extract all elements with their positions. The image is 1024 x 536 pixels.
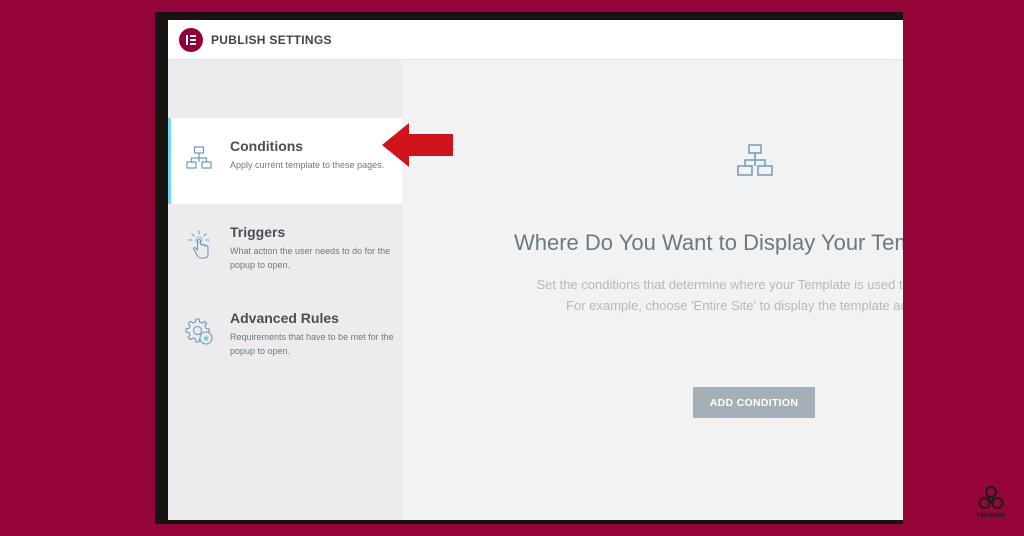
sidebar-item-advanced-rules[interactable]: Advanced Rules Requirements that have to… (168, 290, 402, 376)
brand-watermark: FenixWeb (968, 484, 1014, 524)
panel-description-line: For example, choose 'Entire Site' to dis… (566, 298, 903, 313)
panel-heading: Where Do You Want to Display Your Templa… (514, 230, 903, 255)
red-arrow-left-icon (382, 123, 453, 167)
sidebar-item-conditions[interactable]: Conditions Apply current template to the… (168, 118, 402, 204)
panel-description: Set the conditions that determine where … (497, 274, 903, 316)
sidebar-item-description: Apply current template to these pages. (230, 160, 385, 170)
sidebar-item-description: Requirements that have to be met for the… (230, 332, 394, 356)
triskele-logo-icon (978, 486, 1004, 509)
sitemap-icon (186, 146, 212, 169)
brand-name: FenixWeb (976, 513, 1006, 519)
sidebar-item-title: Advanced Rules (230, 310, 339, 326)
sidebar-item-title: Conditions (230, 138, 304, 154)
sitemap-icon (737, 144, 773, 176)
sidebar-item-description: What action the user needs to do for the… (230, 246, 391, 270)
conditions-panel: Where Do You Want to Display Your Templa… (402, 60, 903, 520)
elementor-logo-icon (179, 27, 203, 52)
add-condition-button[interactable]: ADD CONDITION (693, 387, 815, 418)
hand-tap-icon (188, 230, 210, 259)
settings-sidebar: Conditions Apply current template to the… (168, 60, 402, 520)
sidebar-item-title: Triggers (230, 224, 286, 240)
modal-title: PUBLISH SETTINGS (211, 32, 332, 47)
publish-settings-modal: PUBLISH SETTINGS Conditions Apply curren… (168, 20, 903, 520)
gear-star-icon (185, 318, 213, 345)
sidebar-item-triggers[interactable]: Triggers What action the user needs to d… (168, 204, 402, 290)
modal-header: PUBLISH SETTINGS (168, 20, 903, 60)
panel-description-line: Set the conditions that determine where … (536, 277, 903, 292)
